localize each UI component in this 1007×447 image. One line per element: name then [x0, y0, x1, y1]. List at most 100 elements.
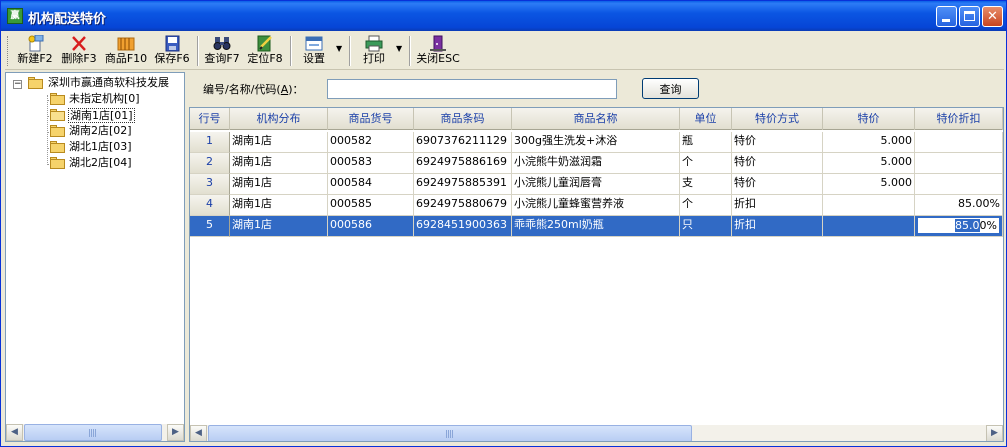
cell-price-mode[interactable]: 特价 [732, 132, 823, 153]
cell-item-name[interactable]: 300g强生洗发+沐浴 [512, 132, 680, 153]
cell-organization[interactable]: 湖南1店 [230, 132, 328, 153]
table-row[interactable]: 5 湖南1店 000586 6928451900363 乖乖熊250ml奶瓶只折扣 85.… [190, 216, 1003, 237]
cell-price-mode[interactable]: 折扣 [732, 216, 823, 237]
collapse-icon[interactable]: − [13, 80, 22, 89]
scrollbar-thumb[interactable] [24, 424, 162, 441]
settings-button[interactable]: 设置 [297, 34, 331, 68]
settings-dropdown-icon[interactable]: ▼ [336, 44, 342, 53]
table-row[interactable]: 1 湖南1店 000582 6907376211129 300g强生洗发+沐浴瓶特价 5.… [190, 132, 1003, 153]
settings-window-icon [305, 35, 323, 52]
toolbar: 新建F2 删除F3 商品F10 保存F6 查询F7 定位F8 设置 ▼ 打印 ▼… [5, 32, 1004, 70]
column-header-special-price[interactable]: 特价 [823, 108, 915, 130]
scrollbar-thumb[interactable] [208, 425, 692, 441]
tree-item[interactable]: 湖南2店[02] [6, 123, 184, 139]
cell-barcode[interactable]: 6924975886169 [414, 153, 512, 174]
search-input[interactable] [327, 79, 617, 99]
delete-button[interactable]: 删除F3 [58, 34, 100, 68]
cell-item-name[interactable]: 小浣熊儿童润唇膏 [512, 174, 680, 195]
cell-special-price[interactable] [823, 195, 915, 216]
cell-discount[interactable] [915, 132, 1003, 153]
save-button[interactable]: 保存F6 [151, 34, 193, 68]
scroll-right-icon[interactable]: ▶ [986, 425, 1003, 441]
cell-row-number: 4 [190, 195, 230, 216]
cell-special-price[interactable]: 5.000 [823, 132, 915, 153]
special-price-table[interactable]: 行号 机构分布 商品货号 商品条码 商品名称 单位 特价方式 特价 特价折扣 1 湖南1店 0005… [189, 107, 1004, 442]
folder-open-icon [50, 109, 66, 121]
toolbar-grip[interactable] [7, 36, 10, 66]
column-header-unit[interactable]: 单位 [680, 108, 732, 130]
column-header-row-number[interactable]: 行号 [190, 108, 230, 130]
table-row[interactable]: 4 湖南1店 000585 6924975880679 小浣熊儿童蜂蜜营养液个折扣 85.… [190, 195, 1003, 216]
cell-item-code[interactable]: 000583 [328, 153, 414, 174]
cell-barcode[interactable]: 6928451900363 [414, 216, 512, 237]
cell-organization[interactable]: 湖南1店 [230, 153, 328, 174]
cell-discount[interactable]: 85.00% [915, 195, 1003, 216]
goods-button-label: 商品F10 [104, 52, 148, 65]
query-button[interactable]: 查询F7 [202, 34, 242, 68]
printer-icon [365, 35, 383, 52]
column-header-price-mode[interactable]: 特价方式 [732, 108, 823, 130]
scroll-left-icon[interactable]: ◀ [190, 425, 207, 441]
cell-unit[interactable]: 支 [680, 174, 732, 195]
cell-unit[interactable]: 个 [680, 195, 732, 216]
cell-discount[interactable] [915, 174, 1003, 195]
binoculars-icon [213, 35, 231, 52]
cell-organization[interactable]: 湖南1店 [230, 216, 328, 237]
close-button-label: 关闭ESC [416, 52, 460, 65]
cell-unit[interactable]: 个 [680, 153, 732, 174]
cell-barcode[interactable]: 6924975880679 [414, 195, 512, 216]
locate-button[interactable]: 定位F8 [245, 34, 285, 68]
cell-special-price[interactable]: 5.000 [823, 153, 915, 174]
cell-price-mode[interactable]: 折扣 [732, 195, 823, 216]
cell-special-price[interactable]: 5.000 [823, 174, 915, 195]
goods-button[interactable]: 商品F10 [102, 34, 150, 68]
cell-price-mode[interactable]: 特价 [732, 174, 823, 195]
discount-edit-input[interactable]: 85.00% [917, 217, 1000, 234]
table-horizontal-scrollbar[interactable]: ◀ ▶ [190, 425, 1003, 441]
cell-item-name[interactable]: 乖乖熊250ml奶瓶 [512, 216, 680, 237]
cell-item-code[interactable]: 000586 [328, 216, 414, 237]
cell-item-code[interactable]: 000585 [328, 195, 414, 216]
title-bar[interactable]: 赢 机构配送特价 ✕ [1, 1, 1006, 31]
column-header-item-name[interactable]: 商品名称 [512, 108, 680, 130]
cell-special-price[interactable] [823, 216, 915, 237]
minimize-button[interactable] [936, 6, 957, 27]
scroll-right-icon[interactable]: ▶ [167, 424, 184, 441]
cell-item-code[interactable]: 000584 [328, 174, 414, 195]
tree-item[interactable]: 湖北1店[03] [6, 139, 184, 155]
new-button[interactable]: 新建F2 [15, 34, 55, 68]
cell-unit[interactable]: 只 [680, 216, 732, 237]
table-row[interactable]: 2 湖南1店 000583 6924975886169 小浣熊牛奶滋润霜个特价 5.000 [190, 153, 1003, 174]
cell-discount[interactable]: 85.00% [915, 216, 1003, 237]
print-dropdown-icon[interactable]: ▼ [396, 44, 402, 53]
cell-barcode[interactable]: 6907376211129 [414, 132, 512, 153]
cell-discount[interactable] [915, 153, 1003, 174]
search-button[interactable]: 查询 [642, 78, 699, 99]
cell-organization[interactable]: 湖南1店 [230, 195, 328, 216]
column-header-organization[interactable]: 机构分布 [230, 108, 328, 130]
cell-organization[interactable]: 湖南1店 [230, 174, 328, 195]
print-button[interactable]: 打印 [357, 34, 391, 68]
scroll-left-icon[interactable]: ◀ [6, 424, 23, 441]
toolbar-separator [409, 36, 411, 66]
cell-item-name[interactable]: 小浣熊儿童蜂蜜营养液 [512, 195, 680, 216]
close-button[interactable]: 关闭ESC [414, 34, 462, 68]
table-row[interactable]: 3 湖南1店 000584 6924975885391 小浣熊儿童润唇膏支特价 5.000 [190, 174, 1003, 195]
tree-item[interactable]: 湖北2店[04] [6, 155, 184, 171]
cell-item-code[interactable]: 000582 [328, 132, 414, 153]
tree-item[interactable]: 未指定机构[0] [6, 91, 184, 107]
cell-barcode[interactable]: 6924975885391 [414, 174, 512, 195]
close-window-button[interactable]: ✕ [982, 6, 1003, 27]
column-header-discount[interactable]: 特价折扣 [915, 108, 1003, 130]
tree-item[interactable]: 湖南1店[01] [6, 107, 184, 123]
column-header-barcode[interactable]: 商品条码 [414, 108, 512, 130]
cell-item-name[interactable]: 小浣熊牛奶滋润霜 [512, 153, 680, 174]
maximize-button[interactable] [959, 6, 980, 27]
tree-root[interactable]: − 深圳市赢通商软科技发展 [6, 75, 184, 91]
tree-root-label: 深圳市赢通商软科技发展 [48, 76, 169, 89]
cell-price-mode[interactable]: 特价 [732, 153, 823, 174]
column-header-item-code[interactable]: 商品货号 [328, 108, 414, 130]
cell-unit[interactable]: 瓶 [680, 132, 732, 153]
tree-horizontal-scrollbar[interactable]: ◀ ▶ [6, 424, 184, 441]
organization-tree[interactable]: − 深圳市赢通商软科技发展 未指定机构[0] 湖南1店[01] 湖南2店[02]… [5, 72, 185, 442]
